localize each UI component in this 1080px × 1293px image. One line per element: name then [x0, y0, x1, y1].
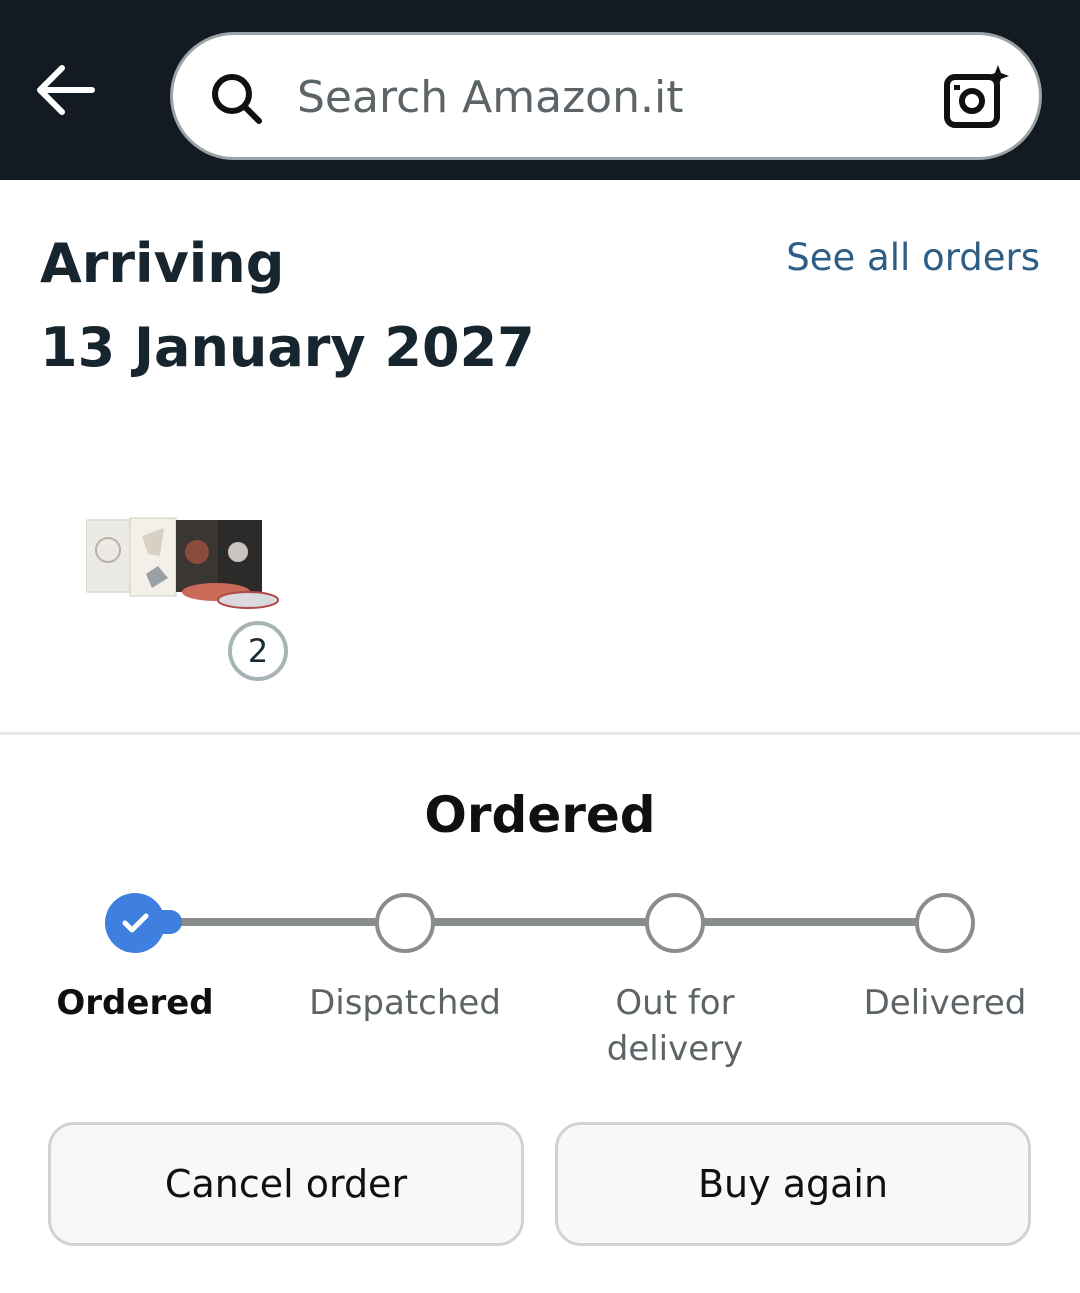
- step-ordered-label: Ordered: [56, 983, 214, 1023]
- step-ordered-dot: [105, 893, 165, 953]
- product-thumbnail[interactable]: [85, 516, 282, 616]
- step-out-for-delivery-label: Out for delivery: [606, 983, 744, 1069]
- step-delivered-label: Delivered: [863, 983, 1027, 1023]
- arriving-label: Arriving: [40, 232, 285, 295]
- search-icon: [212, 74, 262, 124]
- see-all-orders-link[interactable]: See all orders: [786, 236, 1040, 279]
- camera-sparkle-icon[interactable]: [941, 63, 1011, 133]
- step-out-for-delivery-dot: [645, 893, 705, 953]
- search-input[interactable]: [295, 61, 915, 133]
- step-dispatched-label: Dispatched: [309, 983, 501, 1023]
- step-dispatched-dot: [375, 893, 435, 953]
- check-icon: [122, 913, 149, 933]
- buy-again-button[interactable]: Buy again: [555, 1122, 1031, 1246]
- product-image: [85, 517, 279, 609]
- cancel-order-button[interactable]: Cancel order: [48, 1122, 524, 1246]
- arriving-date: 13 January 2027: [40, 316, 535, 379]
- search-bar[interactable]: [170, 32, 1042, 160]
- back-button[interactable]: [30, 58, 102, 122]
- arrow-left-icon: [37, 65, 95, 115]
- top-header: [0, 0, 1080, 180]
- arrival-heading: Arriving 13 January 2027: [40, 222, 535, 390]
- section-divider: [0, 732, 1080, 735]
- quantity-badge: 2: [228, 621, 288, 681]
- tracker-line: [135, 918, 945, 926]
- status-title: Ordered: [424, 786, 656, 844]
- step-delivered-dot: [915, 893, 975, 953]
